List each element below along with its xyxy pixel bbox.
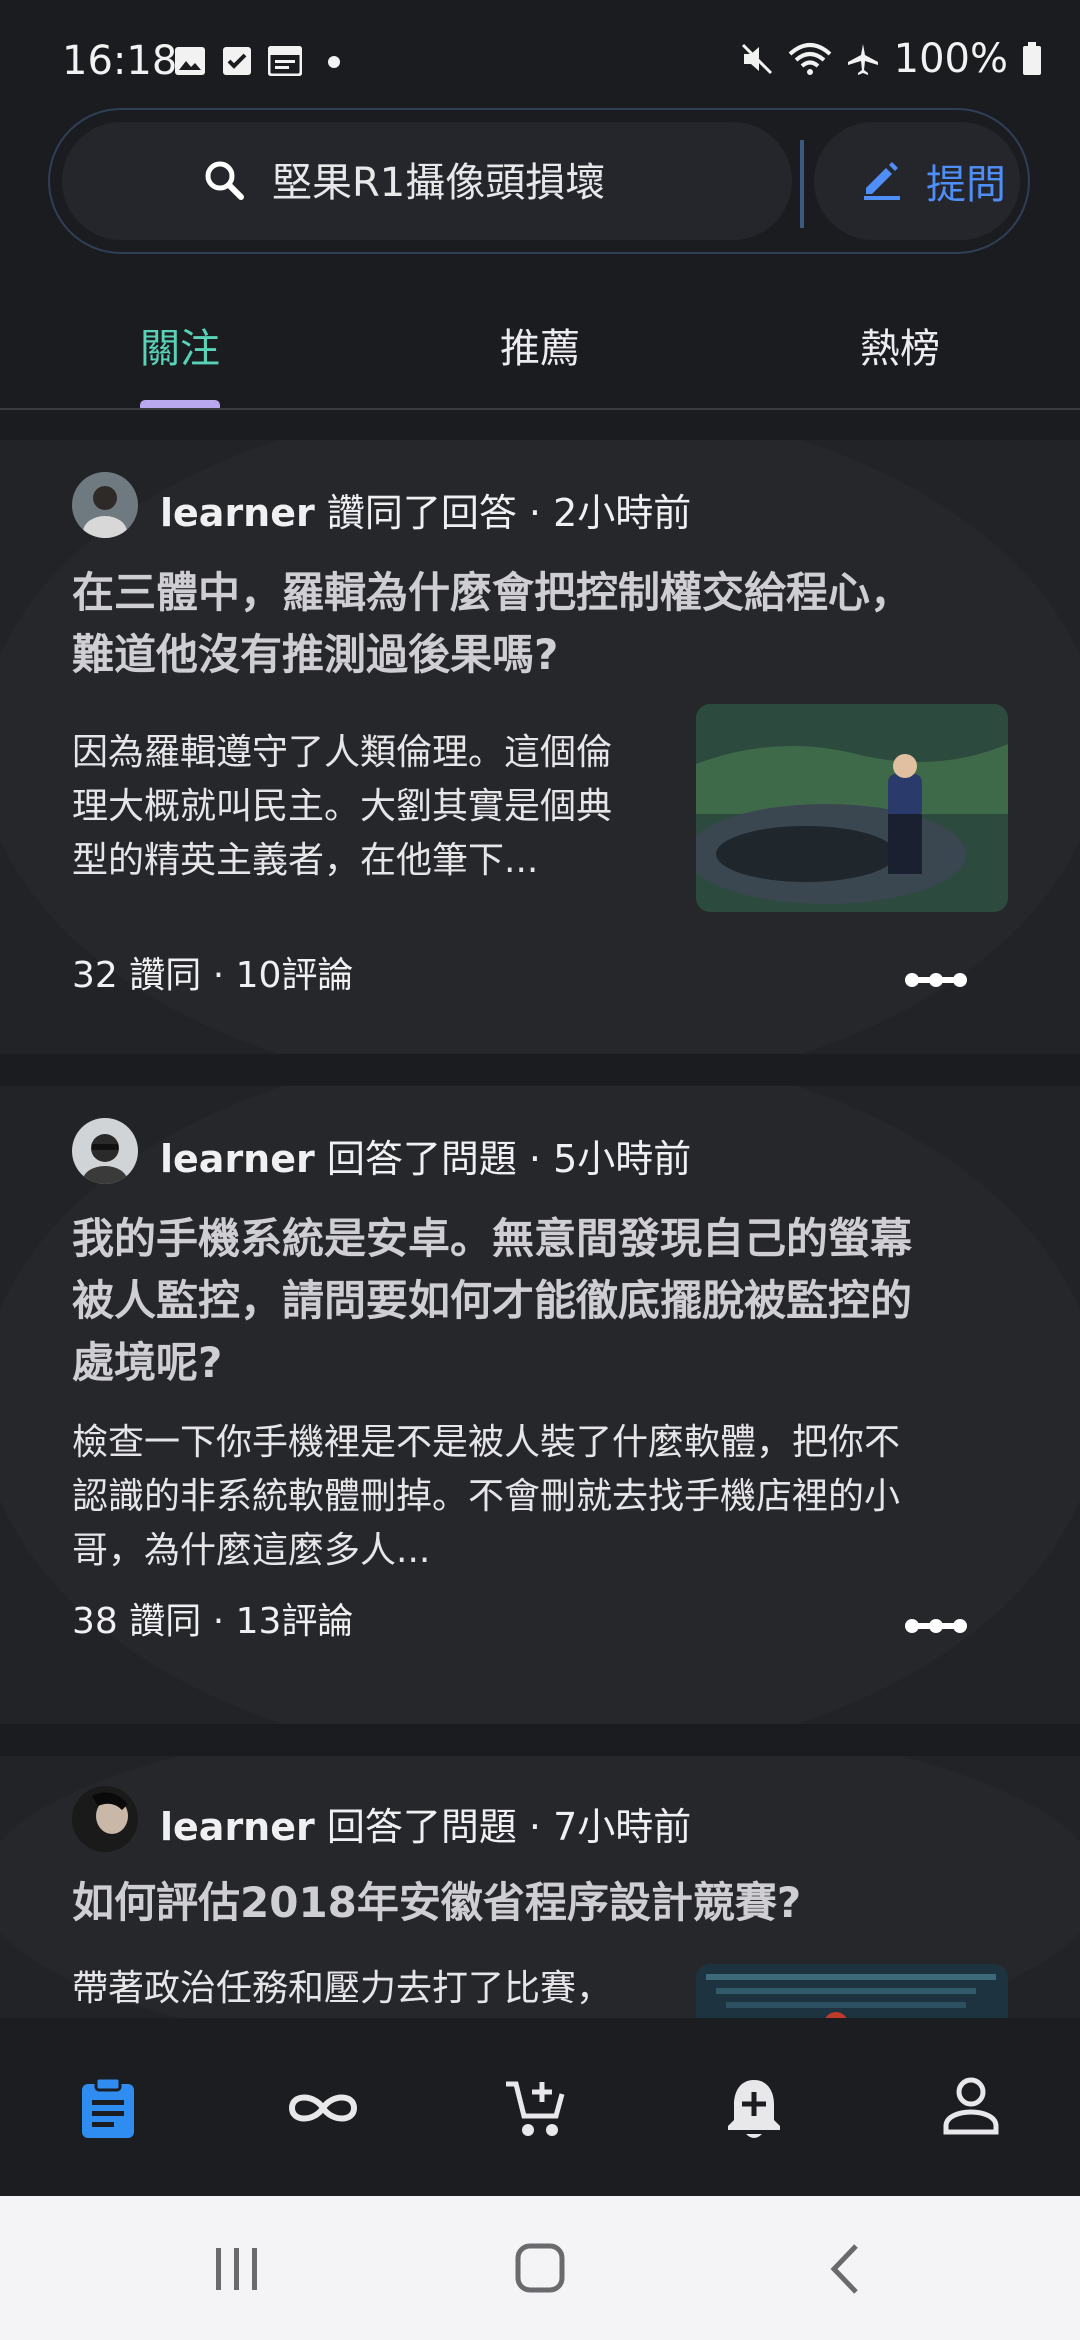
- pencil-icon: [864, 162, 900, 200]
- wifi-icon: [788, 43, 831, 75]
- answer-excerpt[interactable]: 因為羅輯遵守了人類倫理。這個倫 理大概就叫民主。大劉其實是個典 型的精英主義者，…: [72, 726, 612, 888]
- activity-text: 回答了問題 · 5小時前: [314, 1137, 692, 1181]
- avatar[interactable]: [72, 1786, 138, 1852]
- clipboard-icon[interactable]: [78, 2076, 138, 2140]
- search-query: 堅果R1攝像頭損壞: [272, 160, 606, 206]
- more-icon[interactable]: [904, 1616, 968, 1636]
- activity-text: 回答了問題 · 7小時前: [314, 1805, 692, 1849]
- bottom-nav: [0, 2018, 1080, 2196]
- search-bar: 堅果R1攝像頭損壞 提問: [48, 108, 1030, 254]
- cart-add-icon[interactable]: [504, 2076, 568, 2140]
- airplane-icon: [847, 44, 878, 75]
- answer-thumbnail[interactable]: [696, 704, 1008, 912]
- notification-dot-icon: [328, 56, 340, 68]
- card-stats: 38 讚同 · 13評論: [72, 1601, 354, 1642]
- answer-excerpt[interactable]: 檢查一下你手機裡是不是被人裝了什麼軟體，把你不 認識的非系統軟體刪掉。不會刪就去…: [72, 1416, 900, 1578]
- status-bar: 16:18 100%: [0, 0, 1080, 110]
- status-time: 16:18: [62, 38, 178, 84]
- feed-card[interactable]: learner 讚同了回答 · 2小時前 在三體中，羅輯為什麼會把控制權交給程心…: [0, 440, 1080, 1054]
- bell-add-icon[interactable]: [724, 2076, 784, 2140]
- tabs-divider: [0, 408, 1080, 410]
- ask-question-button[interactable]: 提問: [814, 122, 1020, 240]
- search-input[interactable]: 堅果R1攝像頭損壞: [62, 122, 792, 240]
- search-divider: [800, 140, 804, 228]
- back-icon[interactable]: [826, 2242, 862, 2296]
- card-stats: 32 讚同 · 10評論: [72, 955, 354, 996]
- user-name[interactable]: learner: [160, 1805, 315, 1849]
- person-icon[interactable]: [942, 2076, 1000, 2136]
- card-byline: learner 讚同了回答 · 2小時前: [160, 482, 691, 537]
- battery-percent: 100%: [893, 36, 1008, 82]
- question-title[interactable]: 我的手機系統是安卓。無意間發現自己的螢幕 被人監控，請問要如何才能徹底擺脫被監控…: [72, 1208, 912, 1394]
- calendar-icon: [268, 46, 302, 76]
- battery-icon: [1023, 42, 1041, 75]
- feed-tabs: 關注 推薦 熱榜: [0, 290, 1080, 410]
- answer-thumbnail[interactable]: [696, 1964, 1008, 2018]
- more-icon[interactable]: [904, 970, 968, 990]
- user-name[interactable]: learner: [160, 1137, 315, 1181]
- gallery-icon: [175, 47, 205, 75]
- card-byline: learner 回答了問題 · 5小時前: [160, 1128, 691, 1183]
- home-icon[interactable]: [514, 2242, 566, 2294]
- checkbox-icon: [223, 47, 251, 75]
- tab-trending[interactable]: 熱榜: [860, 316, 940, 374]
- feed-card[interactable]: learner 回答了問題 · 5小時前 我的手機系統是安卓。無意間發現自己的螢…: [0, 1086, 1080, 1724]
- search-icon: [205, 161, 244, 200]
- ask-label: 提問: [926, 162, 1006, 208]
- infinity-icon[interactable]: [286, 2088, 360, 2128]
- feed-card[interactable]: learner 回答了問題 · 7小時前 如何評估2018年安徽省程序設計競賽?…: [0, 1756, 1080, 2018]
- avatar[interactable]: [72, 472, 138, 538]
- question-title[interactable]: 如何評估2018年安徽省程序設計競賽?: [72, 1872, 801, 1934]
- system-nav-bar: [0, 2196, 1080, 2340]
- card-byline: learner 回答了問題 · 7小時前: [160, 1796, 691, 1851]
- status-right: 100%: [740, 36, 1042, 82]
- mute-icon: [741, 43, 772, 75]
- user-name[interactable]: learner: [160, 491, 315, 535]
- recent-apps-icon[interactable]: [212, 2244, 262, 2294]
- question-title[interactable]: 在三體中，羅輯為什麼會把控制權交給程心， 難道他沒有推測過後果嗎?: [72, 562, 912, 686]
- avatar[interactable]: [72, 1118, 138, 1184]
- tab-following[interactable]: 關注: [140, 316, 220, 374]
- answer-excerpt[interactable]: 帶著政治任務和壓力去打了比賽，: [72, 1962, 612, 2016]
- tab-recommended[interactable]: 推薦: [500, 316, 580, 374]
- activity-text: 讚同了回答 · 2小時前: [314, 491, 692, 535]
